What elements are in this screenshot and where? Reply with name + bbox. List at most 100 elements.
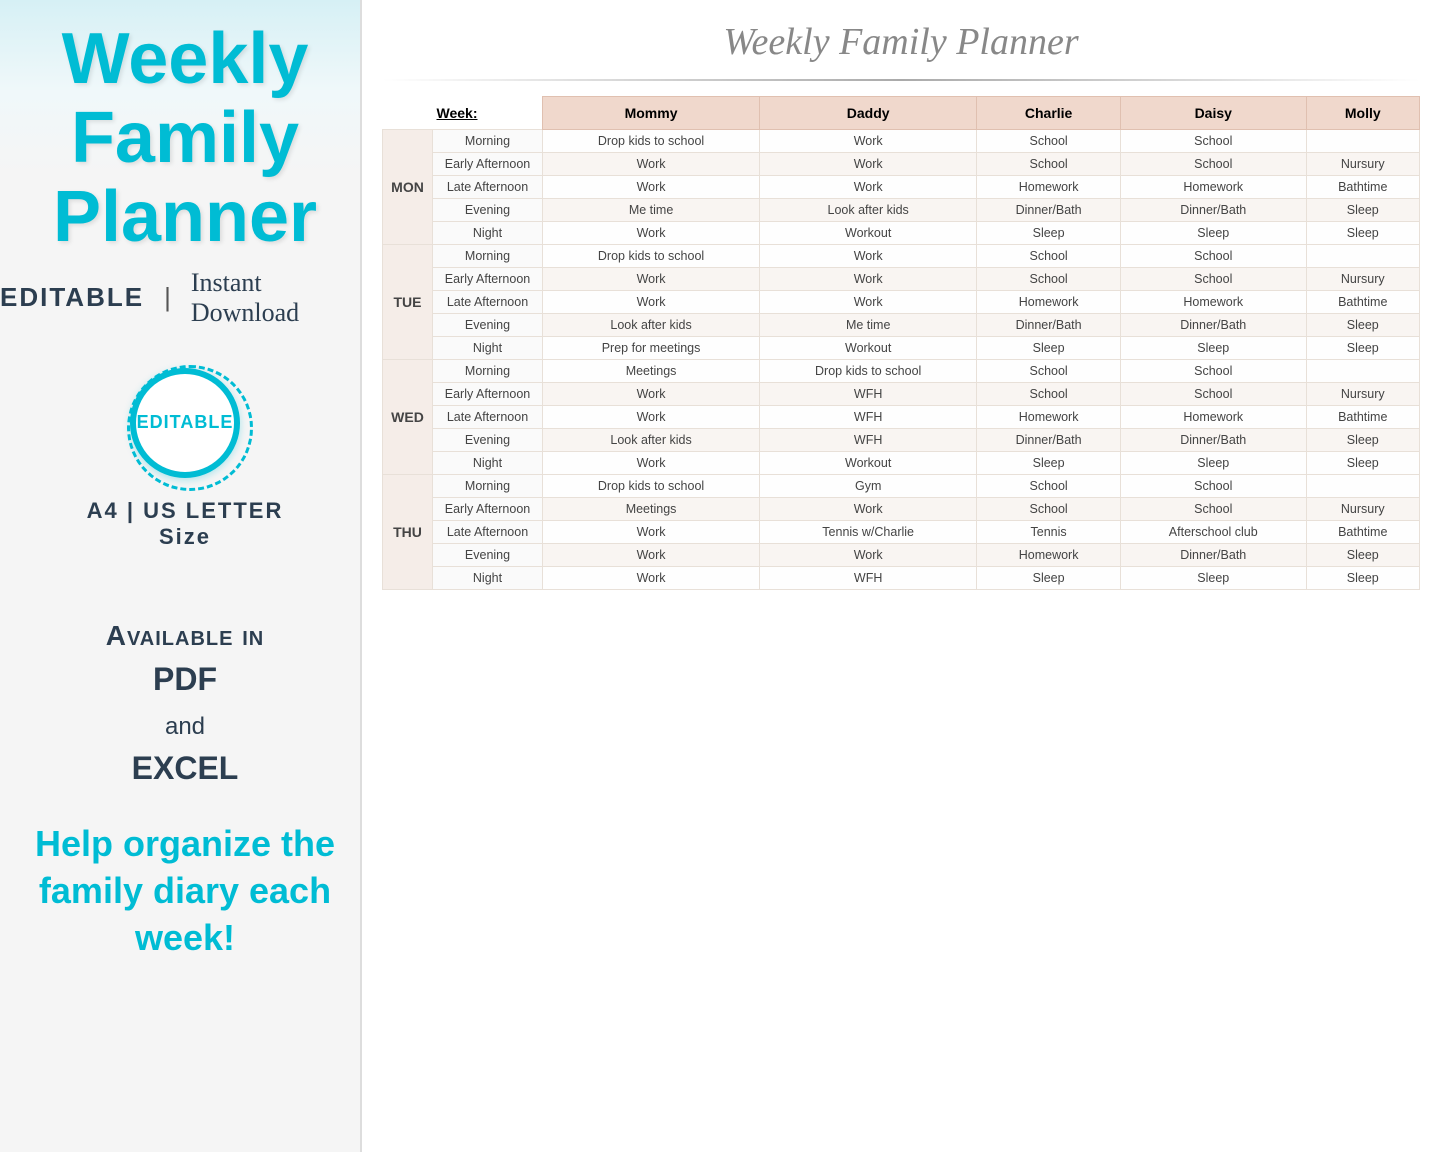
cell-mommy: Work <box>543 222 760 245</box>
time-cell: Early Afternoon <box>433 268 543 291</box>
table-row: Late AfternoonWorkWorkHomeworkHomeworkBa… <box>383 291 1420 314</box>
cell-daisy: School <box>1121 475 1307 498</box>
editable-badge: EDITABLE <box>130 368 240 478</box>
cell-charlie: Sleep <box>977 452 1121 475</box>
main-title: Weekly Family Planner <box>0 20 370 258</box>
time-cell: Early Afternoon <box>433 498 543 521</box>
cell-molly: Bathtime <box>1306 176 1420 199</box>
badge-container: EDITABLE <box>130 368 240 478</box>
cell-daddy: Me time <box>760 314 977 337</box>
time-cell: Morning <box>433 130 543 153</box>
subtitle-row: EDITABLE | Instant Download <box>0 268 370 328</box>
cell-daddy: WFH <box>760 406 977 429</box>
pdf-text: PDF <box>153 661 217 697</box>
cell-mommy: Work <box>543 567 760 590</box>
cell-daddy: Workout <box>760 452 977 475</box>
cell-mommy: Work <box>543 452 760 475</box>
cell-molly: Sleep <box>1306 429 1420 452</box>
cell-daddy: Work <box>760 291 977 314</box>
cell-daisy: Afterschool club <box>1121 521 1307 544</box>
cell-molly: Bathtime <box>1306 406 1420 429</box>
cell-daddy: Gym <box>760 475 977 498</box>
subtitle-download: Instant Download <box>191 268 370 328</box>
cell-molly: Nursury <box>1306 153 1420 176</box>
cell-daddy: WFH <box>760 383 977 406</box>
page-wrapper: Weekly Family Planner EDITABLE | Instant… <box>0 0 1440 1152</box>
cell-charlie: Sleep <box>977 337 1121 360</box>
col-molly: Molly <box>1306 97 1420 130</box>
cell-charlie: School <box>977 383 1121 406</box>
cell-mommy: Work <box>543 521 760 544</box>
badge-text: EDITABLE <box>137 412 234 433</box>
cell-daisy: School <box>1121 383 1307 406</box>
cell-daisy: School <box>1121 245 1307 268</box>
time-cell: Early Afternoon <box>433 383 543 406</box>
cell-daisy: Dinner/Bath <box>1121 199 1307 222</box>
cell-molly <box>1306 475 1420 498</box>
table-row: EveningWorkWorkHomeworkDinner/BathSleep <box>383 544 1420 567</box>
cell-charlie: Homework <box>977 176 1121 199</box>
time-cell: Late Afternoon <box>433 291 543 314</box>
cell-molly: Nursury <box>1306 383 1420 406</box>
table-row: Late AfternoonWorkTennis w/CharlieTennis… <box>383 521 1420 544</box>
cell-mommy: Work <box>543 544 760 567</box>
table-row: THUMorningDrop kids to schoolGymSchoolSc… <box>383 475 1420 498</box>
time-cell: Evening <box>433 314 543 337</box>
cell-daisy: Homework <box>1121 176 1307 199</box>
table-row: Early AfternoonMeetingsWorkSchoolSchoolN… <box>383 498 1420 521</box>
cell-charlie: Dinner/Bath <box>977 314 1121 337</box>
cell-daisy: Sleep <box>1121 567 1307 590</box>
col-daddy: Daddy <box>760 97 977 130</box>
cell-molly: Bathtime <box>1306 521 1420 544</box>
table-row: Early AfternoonWorkWorkSchoolSchoolNursu… <box>383 153 1420 176</box>
table-row: Late AfternoonWorkWorkHomeworkHomeworkBa… <box>383 176 1420 199</box>
left-panel: Weekly Family Planner EDITABLE | Instant… <box>0 0 370 1152</box>
cell-daddy: Workout <box>760 222 977 245</box>
cell-molly: Sleep <box>1306 314 1420 337</box>
cell-daisy: Homework <box>1121 406 1307 429</box>
cell-daddy: Tennis w/Charlie <box>760 521 977 544</box>
cell-daddy: Work <box>760 130 977 153</box>
cell-charlie: Homework <box>977 406 1121 429</box>
cell-mommy: Work <box>543 383 760 406</box>
size-text: A4 | US LETTERSize <box>87 498 284 550</box>
table-row: Early AfternoonWorkWFHSchoolSchoolNursur… <box>383 383 1420 406</box>
cell-daddy: Work <box>760 268 977 291</box>
cell-charlie: School <box>977 130 1121 153</box>
cell-molly: Nursury <box>1306 268 1420 291</box>
cell-mommy: Look after kids <box>543 429 760 452</box>
time-cell: Evening <box>433 544 543 567</box>
cell-molly: Nursury <box>1306 498 1420 521</box>
cell-mommy: Work <box>543 176 760 199</box>
col-charlie: Charlie <box>977 97 1121 130</box>
cell-molly <box>1306 245 1420 268</box>
cell-molly: Sleep <box>1306 452 1420 475</box>
cell-daisy: Sleep <box>1121 337 1307 360</box>
cell-mommy: Meetings <box>543 360 760 383</box>
cell-daisy: School <box>1121 268 1307 291</box>
cell-charlie: Homework <box>977 544 1121 567</box>
table-row: EveningLook after kidsWFHDinner/BathDinn… <box>383 429 1420 452</box>
cell-daddy: WFH <box>760 429 977 452</box>
table-row: NightWorkWorkoutSleepSleepSleep <box>383 452 1420 475</box>
cell-daisy: Homework <box>1121 291 1307 314</box>
cell-mommy: Work <box>543 406 760 429</box>
planner-table: Week: Mommy Daddy Charlie Daisy Molly MO… <box>382 96 1420 590</box>
table-row: NightWorkWFHSleepSleepSleep <box>383 567 1420 590</box>
cell-daddy: Drop kids to school <box>760 360 977 383</box>
cell-mommy: Prep for meetings <box>543 337 760 360</box>
day-label-thu: THU <box>383 475 433 590</box>
cell-molly: Sleep <box>1306 567 1420 590</box>
table-row: MONMorningDrop kids to schoolWorkSchoolS… <box>383 130 1420 153</box>
cell-daddy: Work <box>760 544 977 567</box>
divider-line <box>382 79 1420 81</box>
cell-mommy: Drop kids to school <box>543 475 760 498</box>
time-cell: Night <box>433 222 543 245</box>
cell-charlie: School <box>977 245 1121 268</box>
cell-mommy: Drop kids to school <box>543 130 760 153</box>
table-row: EveningMe timeLook after kidsDinner/Bath… <box>383 199 1420 222</box>
cell-daisy: School <box>1121 153 1307 176</box>
col-mommy: Mommy <box>543 97 760 130</box>
time-cell: Night <box>433 452 543 475</box>
cell-mommy: Work <box>543 268 760 291</box>
